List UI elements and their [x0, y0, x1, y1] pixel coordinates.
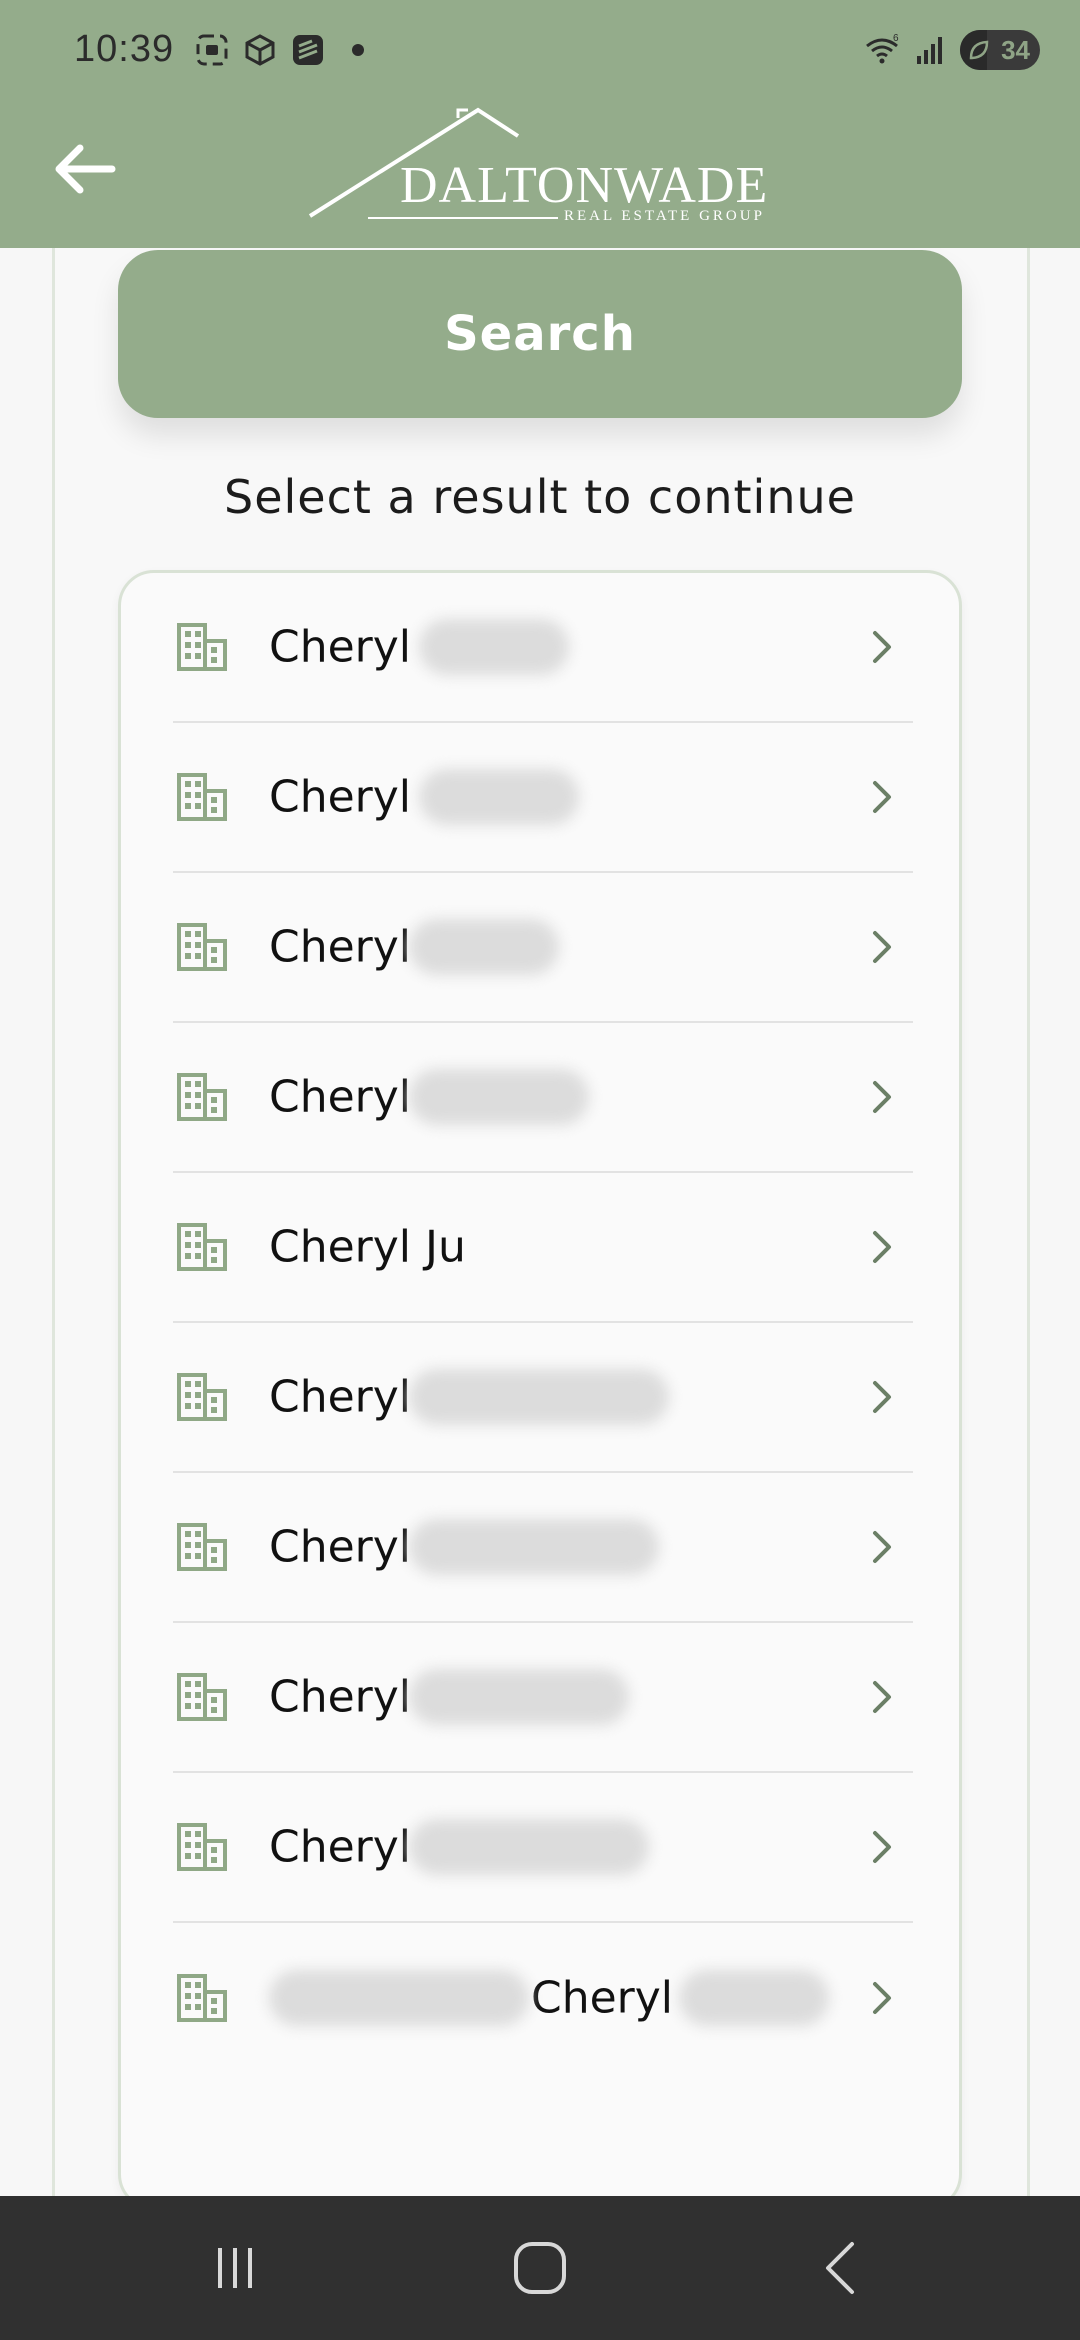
system-nav-bar: [0, 2196, 1080, 2340]
recent-apps-button[interactable]: [135, 2196, 335, 2340]
building-icon: [177, 1073, 227, 1121]
logo-name: DALTONWADE: [400, 157, 769, 214]
screenshot-icon: [196, 34, 228, 66]
redacted-text: [679, 1970, 829, 2026]
result-row[interactable]: Cheryl: [173, 1623, 913, 1773]
notification-dot-icon: [352, 44, 364, 56]
building-icon: [177, 1373, 227, 1421]
result-row[interactable]: Cheryl: [173, 1773, 913, 1923]
redacted-text: [409, 1819, 649, 1875]
result-name: Cheryl: [269, 1371, 412, 1423]
result-name: Cheryl: [269, 1671, 412, 1723]
redacted-text: [419, 619, 569, 675]
building-icon: [177, 1823, 227, 1871]
result-name: Cheryl: [269, 1821, 412, 1873]
chevron-right-icon: [873, 631, 891, 663]
building-icon: [177, 773, 227, 821]
stack-icon: [293, 35, 323, 65]
svg-text:6: 6: [893, 33, 899, 44]
redacted-text: [409, 919, 559, 975]
building-icon: [177, 1673, 227, 1721]
result-name: Cheryl: [531, 1972, 674, 2024]
result-row[interactable]: Cheryl: [173, 1323, 913, 1473]
result-row[interactable]: Cheryl: [173, 1023, 913, 1173]
signal-icon: [917, 37, 942, 64]
nav-back-button[interactable]: [740, 2196, 940, 2340]
redacted-text: [409, 1669, 629, 1725]
result-name: Cheryl: [269, 1071, 412, 1123]
result-row[interactable]: Cheryl: [173, 723, 913, 873]
arrow-left-icon: [55, 144, 116, 194]
status-icons-left: [194, 32, 364, 68]
search-button[interactable]: Search: [118, 250, 962, 418]
company-logo: DALTONWADE REAL ESTATE GROUP: [308, 106, 788, 236]
app-header: 10:39 6 34 DALTONWADE REAL ESTATE GROUP: [0, 0, 1080, 248]
result-name: Cheryl: [269, 771, 412, 823]
results-subtitle: Select a result to continue: [224, 470, 856, 524]
redacted-text: [409, 1369, 669, 1425]
building-icon: [177, 1223, 227, 1271]
chevron-right-icon: [873, 1531, 891, 1563]
chevron-right-icon: [873, 1231, 891, 1263]
chevron-right-icon: [873, 1081, 891, 1113]
result-row[interactable]: Cheryl: [173, 1473, 913, 1623]
redacted-text: [409, 1519, 659, 1575]
battery-level: 34: [1001, 34, 1030, 65]
chevron-right-icon: [873, 1681, 891, 1713]
result-name: Cheryl Ju: [269, 1221, 466, 1273]
redacted-text: [419, 769, 579, 825]
chevron-right-icon: [873, 931, 891, 963]
leaf-icon: [969, 40, 989, 60]
result-row[interactable]: Cheryl: [173, 573, 913, 723]
redacted-text: [409, 1069, 589, 1125]
building-icon: [177, 1523, 227, 1571]
battery-icon: 34: [960, 30, 1040, 70]
result-name: Cheryl: [269, 621, 412, 673]
chevron-right-icon: [873, 1982, 891, 2014]
home-button[interactable]: [440, 2196, 640, 2340]
logo-subtitle: REAL ESTATE GROUP: [564, 208, 765, 224]
building-icon: [177, 623, 227, 671]
home-icon: [514, 2242, 566, 2294]
chevron-right-icon: [873, 1831, 891, 1863]
result-name: Cheryl: [269, 921, 412, 973]
cube-icon: [245, 34, 275, 66]
result-name: Cheryl: [269, 1521, 412, 1573]
result-row[interactable]: Cheryl: [173, 873, 913, 1023]
result-row[interactable]: Cheryl Ju: [173, 1173, 913, 1323]
chevron-right-icon: [873, 1381, 891, 1413]
building-icon: [177, 1974, 227, 2022]
recent-apps-icon: [218, 2248, 252, 2288]
result-row[interactable]: Cheryl: [173, 1923, 913, 2073]
redacted-text: [269, 1970, 529, 2026]
building-icon: [177, 923, 227, 971]
status-icons-right: 6 34: [864, 30, 1040, 70]
wifi-icon: 6: [866, 33, 899, 64]
back-button[interactable]: [50, 134, 120, 204]
back-icon: [826, 2242, 854, 2294]
status-time: 10:39: [74, 28, 175, 70]
results-list[interactable]: Cheryl Cheryl Cheryl Cheryl Cheryl Ju Cheryl C…: [118, 570, 962, 2210]
chevron-right-icon: [873, 781, 891, 813]
